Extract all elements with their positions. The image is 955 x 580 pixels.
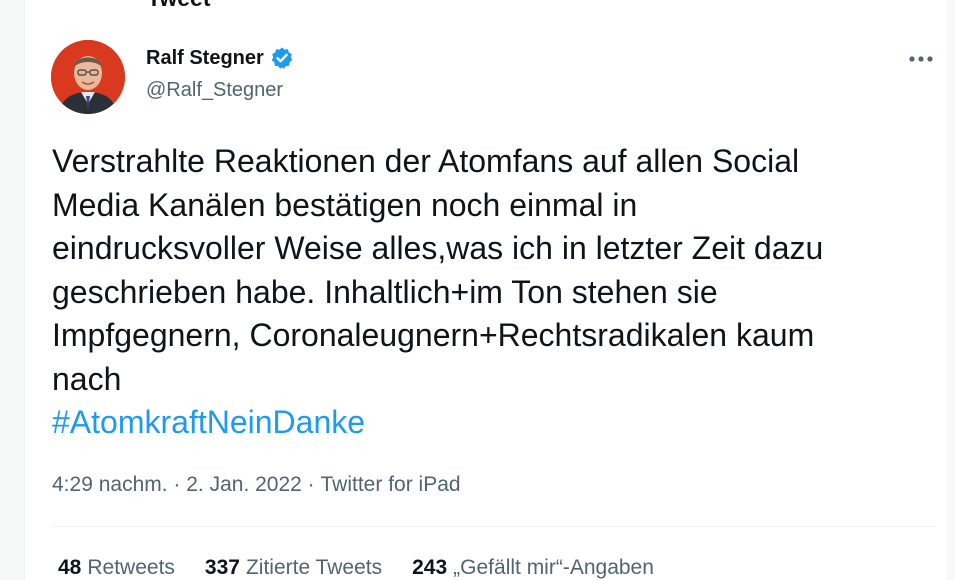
verified-badge-icon <box>270 46 294 70</box>
tweet-detail-page: Tweet Ralf Stegner @Ralf_Stegner <box>0 0 955 580</box>
tweet-text: Verstrahlte Reaktionen der Atomfans auf … <box>52 143 824 397</box>
hashtag-link[interactable]: #AtomkraftNeinDanke <box>52 401 365 445</box>
more-horizontal-icon <box>909 56 933 62</box>
tweet-source[interactable]: Twitter for iPad <box>321 472 461 498</box>
retweets-count: 48 <box>58 556 82 579</box>
author-name-row[interactable]: Ralf Stegner <box>146 45 294 71</box>
retweets-stat[interactable]: 48 Retweets <box>58 554 175 580</box>
tweet-date[interactable]: 2. Jan. 2022 <box>186 472 302 498</box>
likes-label: „Gefällt mir“-Angaben <box>453 556 654 579</box>
tweet-meta: 4:29 nachm. · 2. Jan. 2022 · Twitter for… <box>52 472 461 498</box>
divider <box>52 526 936 527</box>
meta-separator: · <box>301 473 321 496</box>
likes-count: 243 <box>412 556 448 579</box>
author-handle[interactable]: @Ralf_Stegner <box>146 77 283 103</box>
quote-tweets-count: 337 <box>204 556 240 579</box>
left-sidebar-edge <box>0 0 25 580</box>
quote-tweets-label: Zitierte Tweets <box>245 556 383 579</box>
tweet-time[interactable]: 4:29 nachm. <box>52 472 168 498</box>
more-options-button[interactable] <box>906 49 936 69</box>
quote-tweets-stat[interactable]: 337 Zitierte Tweets <box>205 554 382 580</box>
avatar-image <box>51 40 125 114</box>
page-title: Tweet <box>147 0 210 10</box>
author-name[interactable]: Ralf Stegner <box>146 45 264 71</box>
meta-separator: · <box>167 473 187 496</box>
right-scroll-edge <box>947 0 955 580</box>
likes-stat[interactable]: 243 „Gefällt mir“-Angaben <box>412 554 654 580</box>
avatar[interactable] <box>51 40 125 114</box>
tweet-stats: 48 Retweets 337 Zitierte Tweets 243 „Gef… <box>58 554 654 580</box>
retweets-label: Retweets <box>87 556 175 579</box>
